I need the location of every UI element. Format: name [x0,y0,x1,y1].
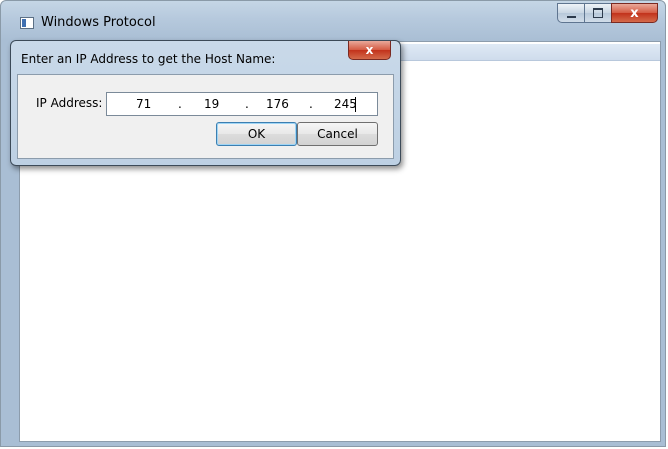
cancel-button[interactable]: Cancel [297,122,378,146]
app-window-icon [20,17,34,29]
ip-octet-4[interactable]: 245 [334,97,357,111]
main-titlebar[interactable]: Windows Protocol x [1,1,665,41]
dialog-body: IP Address: 71 . 19 . 176 . 245 OK Cance… [17,74,394,159]
ip-dot-separator: . [245,97,249,111]
dialog-title: Enter an IP Address to get the Host Name… [21,52,276,66]
ok-button[interactable]: OK [216,122,297,146]
ip-octet-3[interactable]: 176 [266,97,289,111]
caption-buttons: x [557,3,658,23]
ip-address-label: IP Address: [36,96,103,110]
ip-address-input[interactable]: 71 . 19 . 176 . 245 [106,92,378,116]
ip-octet-2[interactable]: 19 [204,97,219,111]
close-icon: x [630,5,639,21]
text-caret [355,97,356,112]
minimize-button[interactable] [557,3,584,23]
ip-octet-1[interactable]: 71 [136,97,151,111]
close-icon: x [365,43,374,57]
ip-dot-separator: . [309,97,313,111]
maximize-button[interactable] [584,3,611,23]
dialog-close-button[interactable]: x [348,41,391,60]
minimize-icon [566,15,576,18]
ip-address-dialog: Enter an IP Address to get the Host Name… [10,40,401,166]
ip-dot-separator: . [178,97,182,111]
maximize-icon [593,8,603,18]
close-button[interactable]: x [611,3,658,23]
main-window-title: Windows Protocol [41,15,156,30]
